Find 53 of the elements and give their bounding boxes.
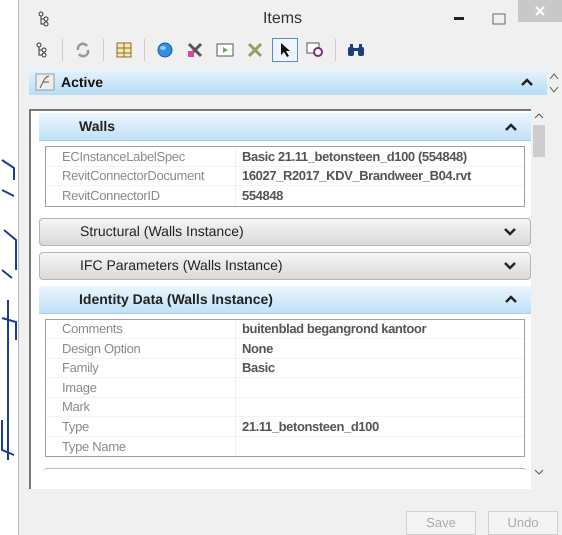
property-value: 21.11_betonsteen_d100	[241, 418, 379, 436]
tree-icon	[37, 10, 51, 27]
toolbar-button[interactable]	[272, 38, 298, 62]
property-name: Comments	[62, 320, 122, 338]
property-value: 554848	[241, 187, 283, 205]
property-value: Basic 21.11_betonsteen_d100 (554848)	[241, 148, 467, 166]
expand-icon[interactable]	[504, 262, 516, 270]
property-name: ECInstanceLabelSpec	[62, 148, 185, 166]
collapse-icon[interactable]	[505, 122, 517, 130]
minimize-icon[interactable]	[454, 16, 466, 21]
cross-icon	[246, 41, 264, 60]
binoculars-icon	[347, 43, 365, 58]
section-header[interactable]: IFC Parameters (Walls Instance)	[39, 252, 531, 280]
property-name: Image	[62, 378, 97, 397]
section-title: Walls	[79, 117, 116, 136]
property-value: 16027_R2017_KDV_Brandweer_B04.rvt	[241, 167, 471, 185]
refresh-icon	[75, 42, 91, 58]
property-value: buitenblad begangrond kantoor	[241, 320, 426, 338]
property-name: Mark	[62, 398, 90, 416]
section-title: IFC Parameters (Walls Instance)	[80, 256, 284, 275]
collapse-icon[interactable]	[521, 78, 533, 86]
spin-icon[interactable]	[548, 71, 560, 95]
property-name: Design Option	[62, 340, 140, 358]
grid-icon	[116, 42, 132, 58]
section-title: Identity Data (Walls Instance)	[79, 290, 274, 309]
globe-icon	[157, 42, 173, 58]
property-value: Basic	[241, 359, 275, 377]
group-title: Active	[61, 72, 104, 92]
frame-icon	[216, 42, 234, 58]
gear-icon	[306, 42, 324, 58]
scroll-thumb[interactable]	[533, 125, 545, 157]
section-title: Structural (Walls Instance)	[80, 222, 245, 241]
property-name: Type Name	[62, 438, 126, 456]
tree-icon	[35, 42, 49, 58]
section-header[interactable]: Identity Data (Walls Instance)	[39, 286, 531, 314]
script-icon	[35, 73, 55, 91]
collapse-icon[interactable]	[505, 295, 517, 303]
close-icon	[535, 6, 545, 16]
property-name: Type	[62, 418, 89, 436]
window-title: Items	[262, 8, 304, 29]
section-header[interactable]: Walls	[39, 113, 531, 141]
group-header[interactable]: Active	[29, 69, 547, 95]
property-name: RevitConnectorDocument	[62, 167, 204, 185]
maximize-icon[interactable]	[492, 12, 506, 25]
cross-icon	[186, 41, 204, 60]
section-header[interactable]: Structural (Walls Instance)	[39, 218, 531, 246]
property-name: RevitConnectorID	[62, 187, 160, 205]
pointer-icon	[279, 42, 291, 58]
expand-icon[interactable]	[504, 228, 516, 236]
property-value: None	[241, 340, 273, 358]
scroll-down-icon[interactable]	[534, 469, 544, 475]
scroll-up-icon[interactable]	[534, 113, 544, 119]
property-name: Family	[62, 359, 98, 377]
